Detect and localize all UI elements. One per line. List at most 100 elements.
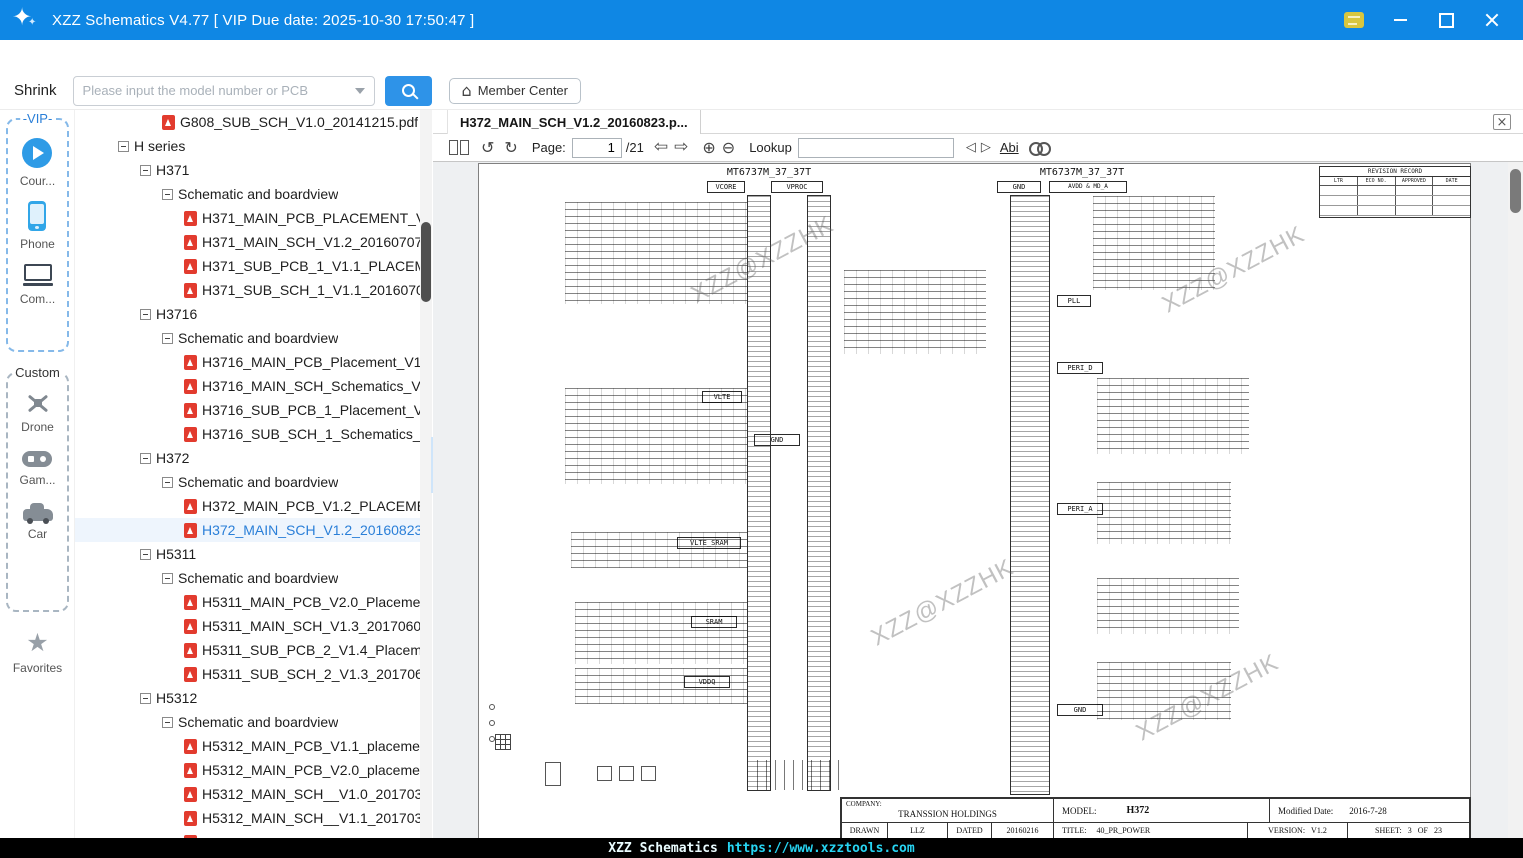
tree-scrollbar-thumb[interactable]	[421, 222, 431, 302]
tree-item[interactable]: Schematic and boardview	[75, 326, 420, 350]
tree-item[interactable]: H5312_MAIN_SCH__V1.1_2017032...	[75, 806, 420, 830]
gamepad-icon	[22, 451, 53, 467]
pdf-icon	[184, 258, 197, 274]
collapse-box-icon[interactable]	[162, 332, 173, 344]
match-case-toggle[interactable]: Abi	[1000, 140, 1019, 155]
tree-item[interactable]: G808_SUB_SCH_V1.0_20141215.pdf	[75, 110, 420, 134]
sidebar-item-game[interactable]: Gam...	[19, 447, 56, 487]
sidebar-item-favorites[interactable]: Favorites	[0, 630, 75, 675]
find-next-icon[interactable]	[981, 141, 991, 154]
tree-item[interactable]: H5311_SUB_PCB_2_V1.4_Placemen...	[75, 638, 420, 662]
tree-item[interactable]: H371_MAIN_SCH_V1.2_20160707...	[75, 230, 420, 254]
rotate-left-icon[interactable]	[481, 140, 494, 156]
collapse-box-icon[interactable]	[140, 164, 151, 176]
tree-item[interactable]: H5311_SUB_SCH_2_V1.3_2017060...	[75, 662, 420, 686]
statusbar-url: https://www.xzztools.com	[726, 840, 915, 856]
close-tab-icon[interactable]	[1493, 114, 1511, 130]
sidebar-item-computer[interactable]: Com...	[20, 264, 55, 306]
pdf-icon	[184, 738, 197, 754]
sidebar-item-car[interactable]: Car	[22, 500, 53, 541]
collapse-box-icon[interactable]	[162, 188, 173, 200]
chip-title-right: MT6737M_37_37T	[1039, 167, 1125, 178]
tree-item[interactable]: H5312_MAIN_PCB_V1.1_placemen...	[75, 734, 420, 758]
collapse-box-icon[interactable]	[162, 572, 173, 584]
tree-item-label: H372_MAIN_PCB_V1.2_PLACEMEN...	[202, 498, 420, 514]
tree-item[interactable]: H series	[75, 134, 420, 158]
tree-item[interactable]: H3716_MAIN_SCH_Schematics_V1...	[75, 374, 420, 398]
tree-item[interactable]: Schematic and boardview	[75, 470, 420, 494]
zoom-in-icon[interactable]	[702, 140, 715, 156]
tree-item[interactable]: H371_SUB_SCH_1_V1.1_20160707...	[75, 278, 420, 302]
minimize-icon[interactable]	[1389, 10, 1411, 30]
collapse-box-icon[interactable]	[140, 548, 151, 560]
capacitor-bank	[575, 602, 747, 664]
capacitor-bank	[575, 668, 747, 704]
lookup-input[interactable]	[797, 137, 954, 158]
tree-item[interactable]: H372	[75, 446, 420, 470]
tree-item[interactable]: H5312_MAIN_SCH__V1.0_2017032...	[75, 782, 420, 806]
document-scrollbar[interactable]	[1508, 162, 1523, 838]
collapse-box-icon[interactable]	[118, 140, 129, 152]
pdf-icon	[184, 522, 197, 538]
document-tab[interactable]: H372_MAIN_SCH_V1.2_20160823.p...	[447, 110, 701, 134]
tree-item[interactable]: Schematic and boardview	[75, 710, 420, 734]
tree-item[interactable]: H372_MAIN_SCH_V1.2_20160823.p...	[75, 518, 420, 542]
tree-item-label: G808_SUB_SCH_V1.0_20141215.pdf	[180, 114, 419, 130]
sidebar-item-drone[interactable]: Drone	[21, 392, 54, 434]
tree-item[interactable]: H371_MAIN_PCB_PLACEMENT_V1...	[75, 206, 420, 230]
tree-item[interactable]: Schematic and boardview	[75, 182, 420, 206]
tree-item[interactable]: H5311_MAIN_PCB_V2.0_Placemen...	[75, 590, 420, 614]
page-number-input[interactable]	[571, 137, 622, 158]
collapse-box-icon[interactable]	[140, 452, 151, 464]
tree-item[interactable]	[75, 830, 420, 838]
capacitor-bank	[565, 388, 747, 484]
tree-item[interactable]: H5312_MAIN_PCB_V2.0_placemen...	[75, 758, 420, 782]
search-input[interactable]	[82, 83, 349, 98]
toolbar: Shrink Member Center	[0, 72, 1523, 110]
tree-item[interactable]: H372_MAIN_PCB_V1.2_PLACEMEN...	[75, 494, 420, 518]
member-center-button[interactable]: Member Center	[448, 77, 581, 104]
custom-group-label: Custom	[12, 365, 63, 380]
vip-badge-icon[interactable]	[1343, 10, 1365, 30]
tree-item[interactable]: H3716_MAIN_PCB_Placement_V1...	[75, 350, 420, 374]
tree-item[interactable]: H371_SUB_PCB_1_V1.1_PLACEMEN...	[75, 254, 420, 278]
tree-item[interactable]: H3716	[75, 302, 420, 326]
sidebar-item-phone[interactable]: Phone	[20, 201, 55, 251]
rotate-right-icon[interactable]	[504, 140, 517, 156]
close-icon[interactable]	[1481, 10, 1503, 30]
chevron-down-icon[interactable]	[354, 87, 365, 94]
title-block-modified-cell: Modified Date: 2016-7-28	[1278, 805, 1387, 816]
tree-item[interactable]: Schematic and boardview	[75, 566, 420, 590]
previous-page-icon[interactable]	[654, 139, 668, 156]
tree-item[interactable]: H5312	[75, 686, 420, 710]
binoculars-icon[interactable]	[1028, 141, 1053, 156]
tree-item[interactable]: H3716_SUB_SCH_1_Schematics_V...	[75, 422, 420, 446]
hole-symbol	[489, 704, 495, 710]
collapse-box-icon[interactable]	[140, 308, 151, 320]
play-icon	[22, 138, 53, 168]
tree-item-label: Schematic and boardview	[178, 330, 339, 346]
zoom-out-icon[interactable]	[722, 140, 735, 156]
pdf-icon	[184, 762, 197, 778]
tree-item[interactable]: H5311_MAIN_SCH_V1.3_20170601...	[75, 614, 420, 638]
shrink-button[interactable]: Shrink	[6, 78, 65, 103]
tree-item[interactable]: H371	[75, 158, 420, 182]
schematic-page[interactable]: MT6737M_37_37T MT6737M_37_37T VCORE VPRO…	[478, 163, 1471, 838]
document-scrollbar-thumb[interactable]	[1510, 169, 1521, 213]
collapse-box-icon[interactable]	[162, 476, 173, 488]
pdf-icon	[184, 594, 197, 610]
two-page-view-icon[interactable]	[449, 140, 469, 155]
tree-item[interactable]: H5311	[75, 542, 420, 566]
tree-item-label: H3716_SUB_SCH_1_Schematics_V...	[202, 426, 420, 442]
tree-item[interactable]: H3716_SUB_PCB_1_Placement_V1...	[75, 398, 420, 422]
next-page-icon[interactable]	[674, 139, 688, 156]
collapse-box-icon[interactable]	[162, 716, 173, 728]
maximize-icon[interactable]	[1435, 10, 1457, 30]
revision-record-table: REVISION RECORD LTR ECO NO. APPROVED DAT…	[1319, 166, 1471, 218]
search-combo[interactable]	[72, 75, 375, 106]
hole-symbol	[489, 720, 495, 726]
search-button[interactable]	[384, 75, 432, 106]
collapse-box-icon[interactable]	[140, 692, 151, 704]
sidebar-item-course[interactable]: Cour...	[20, 138, 55, 188]
find-previous-icon[interactable]	[966, 141, 976, 154]
